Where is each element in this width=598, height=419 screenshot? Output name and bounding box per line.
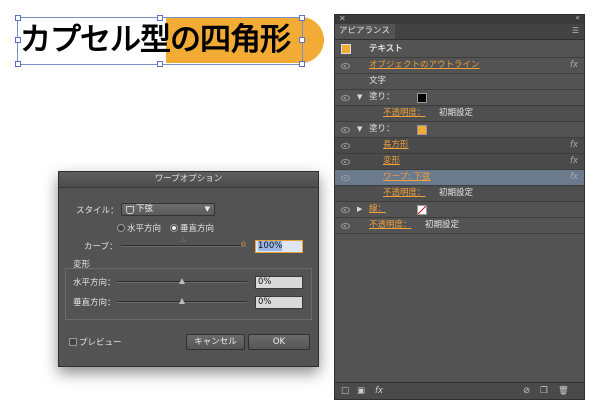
style-select-value: 下弦 — [136, 204, 154, 214]
row-label[interactable]: 変形 — [383, 154, 400, 169]
vertical-radio[interactable] — [170, 224, 178, 232]
cancel-button[interactable]: キャンセル — [186, 334, 245, 350]
selection-handle[interactable] — [15, 61, 21, 67]
center-tick-icon: △ — [181, 236, 186, 243]
bend-slider-thumb[interactable]: ⌂ — [241, 239, 246, 248]
horizontal-radio-label[interactable]: 水平方向 — [127, 222, 161, 234]
panel-tab-bar: アピアランス ☰ — [335, 24, 584, 40]
list-item[interactable]: オブジェクトのアウトライン fx — [335, 58, 584, 74]
fx-icon[interactable]: fx — [570, 58, 578, 73]
appearance-rows: テキスト オブジェクトのアウトライン fx 文字 ▼ 塗り： 不透明度： 初期設… — [335, 40, 584, 234]
bend-field[interactable]: 100% — [255, 240, 303, 253]
eye-icon[interactable] — [341, 159, 350, 165]
appearance-panel: ✕ « アピアランス ☰ テキスト オブジェクトのアウトライン fx 文字 ▼ … — [334, 13, 585, 400]
list-item[interactable]: ワープ: 下弦 fx — [335, 170, 584, 186]
panel-top-bar: ✕ « — [335, 13, 584, 24]
list-item[interactable]: 不透明度： 初期設定 — [335, 186, 584, 202]
row-label[interactable]: 不透明度： — [369, 218, 412, 233]
style-label: スタイル： — [76, 206, 119, 216]
close-icon[interactable]: ✕ — [339, 14, 346, 23]
row-label: テキスト — [369, 44, 403, 54]
v-distortion-field[interactable]: 0% — [255, 296, 303, 309]
h-distortion-field[interactable]: 0% — [255, 276, 303, 289]
fill-swatch[interactable] — [417, 93, 427, 103]
preview-checkbox[interactable] — [69, 338, 77, 346]
stroke-none-swatch[interactable] — [417, 205, 427, 215]
row-label: 塗り： — [369, 92, 395, 102]
bend-slider-track[interactable] — [121, 245, 247, 247]
disclosure-triangle-icon[interactable]: ▼ — [357, 93, 362, 101]
selection-handle[interactable] — [299, 15, 305, 21]
bend-label: カーブ： — [84, 242, 118, 252]
row-label[interactable]: オブジェクトのアウトライン — [369, 58, 480, 73]
text-object-thumbnail — [341, 44, 351, 54]
warp-options-dialog: ワープオプション スタイル： 下弦 ▼ 水平方向 垂直方向 カーブ： △ ⌂ 1… — [58, 171, 319, 367]
add-fill-icon[interactable]: ▣ — [357, 386, 365, 396]
fx-icon[interactable]: fx — [570, 154, 578, 169]
disclosure-triangle-icon[interactable]: ▼ — [357, 125, 362, 133]
list-item[interactable]: ▼ 塗り： — [335, 90, 584, 106]
eye-icon[interactable] — [341, 95, 350, 101]
row-value: 初期設定 — [439, 188, 474, 198]
row-label[interactable]: 長方形 — [383, 138, 409, 153]
eye-icon[interactable] — [341, 223, 350, 229]
horizontal-radio[interactable] — [117, 224, 125, 232]
eye-icon[interactable] — [341, 143, 350, 149]
fx-icon[interactable]: fx — [570, 170, 578, 185]
selection-handle[interactable] — [157, 15, 163, 21]
row-label[interactable]: 不透明度： — [383, 186, 426, 201]
fx-icon[interactable]: fx — [570, 138, 578, 153]
preview-label[interactable]: プレビュー — [79, 336, 122, 348]
ok-button[interactable]: OK — [248, 334, 310, 350]
row-label: 塗り： — [369, 124, 395, 134]
add-effect-fx-icon[interactable]: fx — [375, 386, 383, 396]
row-label[interactable]: ワープ: 下弦 — [383, 170, 431, 185]
list-item[interactable]: ▶ 線： — [335, 202, 584, 218]
panel-menu-icon[interactable]: ☰ — [572, 26, 579, 35]
selection-handle[interactable] — [299, 61, 305, 67]
dialog-title: ワープオプション — [59, 172, 318, 188]
list-item[interactable]: 不透明度： 初期設定 — [335, 218, 584, 234]
disclosure-triangle-icon[interactable]: ▶ — [357, 205, 362, 213]
row-label[interactable]: 不透明度： — [383, 106, 426, 121]
row-label: 文字 — [369, 76, 387, 86]
selection-handle[interactable] — [15, 15, 21, 21]
row-value: 初期設定 — [425, 220, 460, 230]
clear-appearance-icon[interactable]: ⊘ — [523, 386, 530, 396]
v-distortion-label: 垂直方向： — [73, 298, 116, 308]
eye-icon[interactable] — [341, 63, 350, 69]
v-distortion-thumb[interactable] — [179, 298, 185, 304]
trash-icon[interactable]: 🗑 — [558, 386, 569, 396]
vertical-radio-label[interactable]: 垂直方向 — [180, 222, 214, 234]
selection-handle[interactable] — [157, 61, 163, 67]
panel-footer: □ ▣ fx ⊘ ❐ 🗑 — [335, 382, 584, 399]
h-distortion-label: 水平方向： — [73, 278, 116, 288]
eye-icon[interactable] — [341, 207, 350, 213]
list-item[interactable]: 文字 — [335, 74, 584, 90]
bend-field-value: 100% — [258, 241, 283, 251]
eye-icon[interactable] — [341, 175, 350, 181]
h-distortion-thumb[interactable] — [179, 278, 185, 284]
row-label[interactable]: 線： — [369, 202, 386, 217]
selection-bounding-box — [17, 17, 303, 65]
row-value: 初期設定 — [439, 108, 474, 118]
fill-swatch[interactable] — [417, 125, 427, 135]
list-item[interactable]: 変形 fx — [335, 154, 584, 170]
collapse-icon[interactable]: « — [575, 13, 580, 22]
list-item[interactable]: 長方形 fx — [335, 138, 584, 154]
selection-handle[interactable] — [299, 37, 305, 43]
list-item[interactable]: テキスト — [335, 40, 584, 58]
selection-handle[interactable] — [15, 37, 21, 43]
add-stroke-icon[interactable]: □ — [341, 386, 349, 396]
list-item[interactable]: ▼ 塗り： — [335, 122, 584, 138]
eye-icon[interactable] — [341, 127, 350, 133]
list-item[interactable]: 不透明度： 初期設定 — [335, 106, 584, 122]
duplicate-item-icon[interactable]: ❐ — [540, 386, 548, 396]
arc-lower-icon — [126, 206, 134, 214]
style-select[interactable]: 下弦 ▼ — [121, 203, 215, 216]
chevron-down-icon: ▼ — [204, 205, 210, 213]
tab-appearance[interactable]: アピアランス — [335, 24, 395, 39]
